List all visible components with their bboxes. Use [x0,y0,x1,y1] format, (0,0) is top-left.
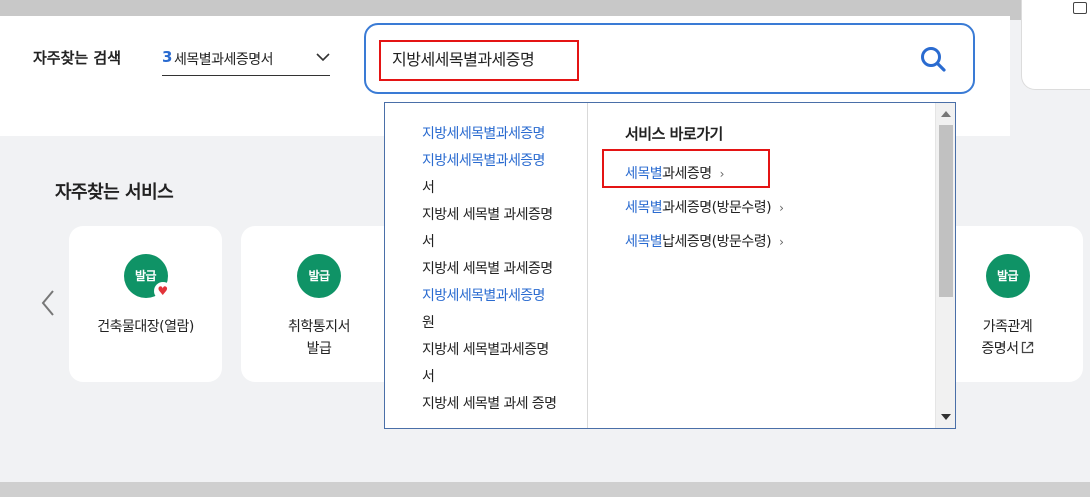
suggestion-text: 지방세 세목별 과세증명 [422,207,553,223]
quick-links-column: 서비스 바로가기 세목별과세증명 › 세목별과세증명(방문수령) › 세목별납세증명(방… [589,103,934,428]
select-number: 3 [162,48,173,66]
suggestion-item[interactable]: 지방세 세목별과세증명 [422,337,582,364]
chevron-down-icon [316,53,330,62]
suggestion-item[interactable]: 서 [422,364,582,391]
badge-label: 발급 [996,269,1019,283]
scroll-up-arrow-icon[interactable] [941,111,951,117]
suggestion-highlight: 지방세세목별과세증명 [422,126,545,142]
issue-badge: 발급 ♥ [123,254,172,300]
suggestion-item[interactable]: 지방세세목별과세증명 [422,148,582,175]
search-input[interactable]: 지방세세목별과세증명 [379,40,579,81]
quick-link-highlight: 세목별 [625,234,663,250]
suggestion-item[interactable]: 지방세 세목별 과세증명 [422,202,582,229]
service-card-building[interactable]: 발급 ♥ 건축물대장(열람) [69,226,222,382]
suggestion-item[interactable]: 지방세세목별과세증명 [422,121,582,148]
suggestion-text: 서 [422,369,435,385]
service-card-school-notice[interactable]: 발급 취학통지서 발급 [241,226,397,382]
quick-link-highlight: 세목별 [625,200,663,216]
quick-link-item[interactable]: 세목별납세증명(방문수령) › [625,225,784,259]
suggestion-item[interactable]: 원 [422,310,582,337]
issue-badge: 발급 [297,254,341,298]
autocomplete-dropdown: 지방세세목별과세증명 지방세세목별과세증명 서 지방세 세목별 과세증명 서 지방세 세목… [384,102,956,429]
suggestion-highlight: 지방세세목별과세증명 [422,153,545,169]
search-icon[interactable] [919,45,947,73]
suggestion-item[interactable]: 지방세세목별과세증명 [422,283,582,310]
window-icon[interactable] [1073,2,1087,14]
suggestion-item[interactable]: 지방세 세목별 과세 증명 [422,391,582,418]
services-title: 자주찾는 서비스 [55,182,174,203]
chevron-right-icon: › [779,235,784,249]
quick-link-item[interactable]: 세목별과세증명 › [625,157,783,191]
suggestion-item[interactable]: 서 [422,229,582,256]
quick-links-title: 서비스 바로가기 [625,125,723,143]
suggestion-text: 지방세 세목별 과세 증명 [422,396,557,412]
suggestion-item[interactable]: 지방세 세목별 과세증명 [422,256,582,283]
card-label-line1: 건축물대장(열람) [97,319,194,335]
arrow-left-icon[interactable] [38,288,58,318]
card-label: 취학통지서 발급 [241,316,397,360]
quick-links-list: 세목별과세증명 › 세목별과세증명(방문수령) › 세목별납세증명(방문수령) › [625,157,784,259]
issue-badge: 발급 [985,254,1030,298]
external-link-icon [1021,341,1033,354]
card-label-line1: 취학통지서 [288,319,350,335]
frequent-search-select[interactable]: 3 세목별과세증명서 [162,44,330,76]
badge-label: 발급 [134,269,157,283]
suggestion-text: 지방세 세목별 과세증명 [422,261,553,277]
quick-link-text: 과세증명(방문수령) [662,200,772,216]
scroll-thumb[interactable] [939,125,953,297]
badge-label: 발급 [308,269,330,283]
heart-icon: ♥ [153,282,172,300]
quick-link-text: 과세증명 [662,166,712,182]
suggestion-text: 서 [422,234,435,250]
search-box: 지방세세목별과세증명 [364,23,975,94]
scroll-down-arrow-icon[interactable] [941,414,951,420]
suggestion-text: 원 [422,315,435,331]
chevron-right-icon: › [719,167,725,181]
chevron-right-icon: › [779,201,784,215]
quick-link-text: 납세증명(방문수령) [662,234,772,250]
bottom-band [0,482,1090,497]
suggestion-list: 지방세세목별과세증명 지방세세목별과세증명 서 지방세 세목별 과세증명 서 지방세 세목… [422,121,582,418]
frequent-search-label: 자주찾는 검색 [33,49,122,67]
suggestion-text: 서 [422,180,435,196]
dropdown-scrollbar[interactable] [935,103,955,428]
card-label-line2: 발급 [306,341,332,357]
suggestion-highlight: 지방세세목별과세증명 [422,288,545,304]
quick-link-item[interactable]: 세목별과세증명(방문수령) › [625,191,784,225]
suggestion-column: 지방세세목별과세증명 지방세세목별과세증명 서 지방세 세목별 과세증명 서 지방세 세목… [385,103,588,428]
select-text: 세목별과세증명서 [174,52,274,68]
card-label: 건축물대장(열람) [69,316,222,338]
suggestion-text: 지방세 세목별과세증명 [422,342,549,358]
card-label-line2-text: 증명서 [981,341,1019,357]
quick-link-highlight: 세목별 [625,166,663,182]
suggestion-item[interactable]: 서 [422,175,582,202]
